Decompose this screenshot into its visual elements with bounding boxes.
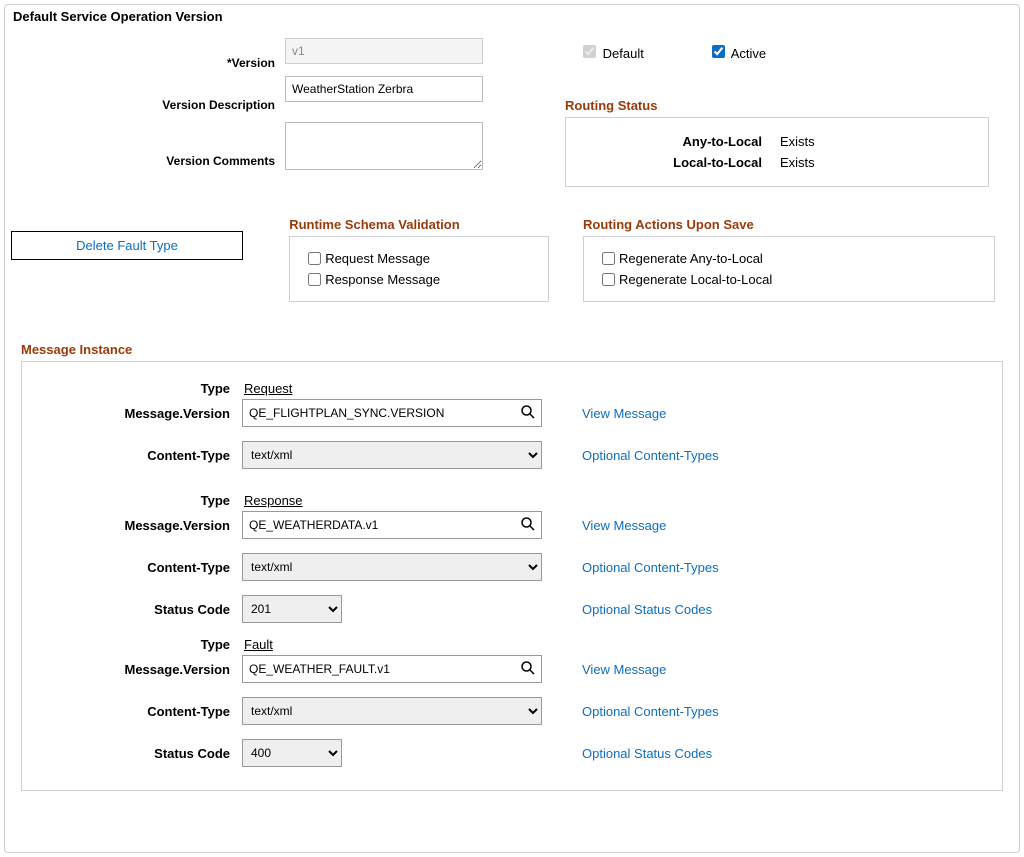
response-message-checkbox[interactable]: [308, 273, 321, 286]
routing-local-value: Exists: [780, 155, 815, 170]
version-comments-label: Version Comments: [5, 122, 285, 168]
response-status-code-select[interactable]: 201: [242, 595, 342, 623]
version-description-input[interactable]: [285, 76, 483, 102]
request-message-checkbox[interactable]: [308, 252, 321, 265]
routing-any-value: Exists: [780, 134, 815, 149]
request-content-type-select[interactable]: text/xml: [242, 441, 542, 469]
message-version-label: Message.Version: [32, 406, 242, 421]
message-instance-header: Message Instance: [21, 342, 1003, 357]
optional-content-types-link[interactable]: Optional Content-Types: [572, 560, 719, 575]
regenerate-any-checkbox[interactable]: [602, 252, 615, 265]
fault-status-code-select[interactable]: 400: [242, 739, 342, 767]
regenerate-local-label: Regenerate Local-to-Local: [619, 272, 772, 287]
status-code-label: Status Code: [32, 746, 242, 761]
default-checkbox: [583, 45, 596, 58]
type-label: Type: [32, 637, 242, 652]
request-type-value: Request: [242, 381, 292, 396]
routing-local-label: Local-to-Local: [580, 155, 780, 170]
optional-status-codes-link[interactable]: Optional Status Codes: [572, 602, 712, 617]
search-icon[interactable]: [520, 660, 536, 676]
default-label: Default: [603, 46, 644, 61]
view-message-link[interactable]: View Message: [572, 518, 666, 533]
response-type-value: Response: [242, 493, 303, 508]
runtime-schema-header: Runtime Schema Validation: [289, 217, 553, 232]
request-message-label: Request Message: [325, 251, 430, 266]
delete-fault-type-button[interactable]: Delete Fault Type: [11, 231, 243, 260]
content-type-label: Content-Type: [32, 704, 242, 719]
version-input: [285, 38, 483, 64]
fault-type-value: Fault: [242, 637, 273, 652]
routing-any-label: Any-to-Local: [580, 134, 780, 149]
active-label: Active: [731, 46, 766, 61]
active-checkbox[interactable]: [712, 45, 725, 58]
version-label: *Version: [5, 38, 285, 70]
request-message-version-input[interactable]: [242, 399, 542, 427]
regenerate-local-checkbox[interactable]: [602, 273, 615, 286]
page-title: Default Service Operation Version: [5, 5, 1019, 28]
fault-content-type-select[interactable]: text/xml: [242, 697, 542, 725]
optional-status-codes-link[interactable]: Optional Status Codes: [572, 746, 712, 761]
status-code-label: Status Code: [32, 602, 242, 617]
optional-content-types-link[interactable]: Optional Content-Types: [572, 448, 719, 463]
view-message-link[interactable]: View Message: [572, 662, 666, 677]
content-type-label: Content-Type: [32, 560, 242, 575]
message-version-label: Message.Version: [32, 518, 242, 533]
regenerate-any-label: Regenerate Any-to-Local: [619, 251, 763, 266]
routing-status-header: Routing Status: [565, 98, 1019, 113]
response-message-label: Response Message: [325, 272, 440, 287]
optional-content-types-link[interactable]: Optional Content-Types: [572, 704, 719, 719]
fault-message-version-input[interactable]: [242, 655, 542, 683]
search-icon[interactable]: [520, 404, 536, 420]
view-message-link[interactable]: View Message: [572, 406, 666, 421]
content-type-label: Content-Type: [32, 448, 242, 463]
version-comments-textarea[interactable]: [285, 122, 483, 170]
type-label: Type: [32, 493, 242, 508]
version-description-label: Version Description: [5, 76, 285, 112]
search-icon[interactable]: [520, 516, 536, 532]
response-message-version-input[interactable]: [242, 511, 542, 539]
routing-actions-header: Routing Actions Upon Save: [583, 217, 995, 232]
type-label: Type: [32, 381, 242, 396]
message-version-label: Message.Version: [32, 662, 242, 677]
response-content-type-select[interactable]: text/xml: [242, 553, 542, 581]
